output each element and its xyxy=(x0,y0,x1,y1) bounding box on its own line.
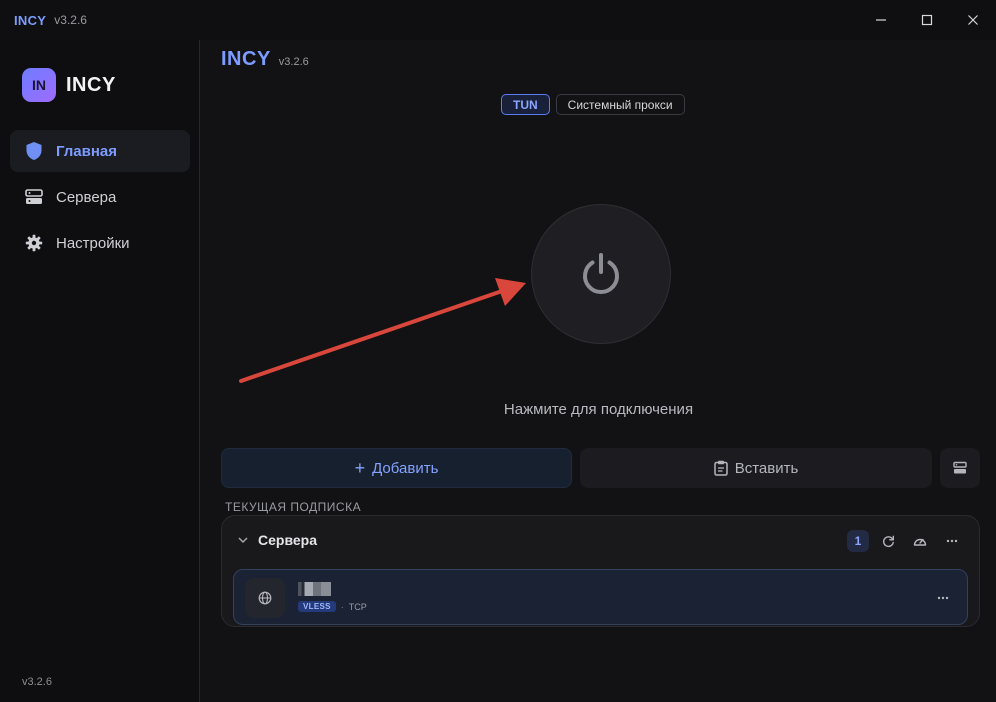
annotation-arrow-icon xyxy=(239,278,526,383)
